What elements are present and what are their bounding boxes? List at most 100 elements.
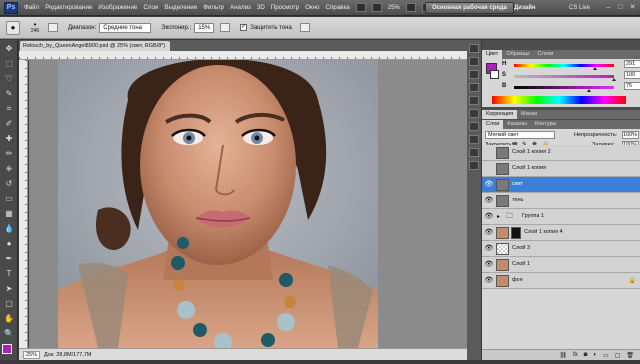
eye-icon[interactable]: 👁: [484, 196, 494, 206]
range-select[interactable]: Средние тона: [99, 22, 152, 33]
clone-stamp-tool-icon[interactable]: ⎈: [2, 162, 16, 175]
character-panel-icon[interactable]: [469, 96, 479, 105]
tab-swatches[interactable]: Образцы: [502, 50, 533, 59]
vertical-ruler[interactable]: [19, 60, 28, 348]
brightness-slider[interactable]: B 75: [502, 82, 640, 92]
move-tool-icon[interactable]: ✥: [2, 42, 16, 55]
healing-tool-icon[interactable]: ✚: [2, 132, 16, 145]
tablet-pressure-icon[interactable]: [299, 23, 310, 32]
layer-group-row[interactable]: 👁 ▸ 🗀 Группа 1: [482, 209, 640, 225]
saturation-knob[interactable]: [612, 78, 616, 81]
eye-icon[interactable]: 👁: [484, 244, 494, 254]
eye-icon[interactable]: 👁: [484, 276, 494, 286]
menu-item[interactable]: Фильтр: [203, 4, 224, 11]
eraser-tool-icon[interactable]: ▭: [2, 192, 16, 205]
visibility-icon[interactable]: [484, 148, 494, 158]
close-icon[interactable]: ✕: [628, 3, 637, 12]
tab-color[interactable]: Цвет: [482, 50, 503, 59]
menu-item[interactable]: 3D: [257, 4, 265, 11]
portrait-photo[interactable]: [58, 60, 378, 348]
history-brush-tool-icon[interactable]: ↺: [2, 177, 16, 190]
adjustment-icon[interactable]: ◐: [593, 352, 597, 358]
clone-source-panel-icon[interactable]: [469, 83, 479, 92]
brush-panel-icon[interactable]: [48, 23, 58, 32]
brightness-knob[interactable]: [587, 89, 591, 92]
actions-panel-icon[interactable]: [469, 57, 479, 66]
airbrush-icon[interactable]: [220, 23, 231, 32]
hue-value[interactable]: 291: [624, 60, 640, 68]
tab-adjustments[interactable]: Коррекция: [482, 110, 518, 119]
saturation-slider[interactable]: S 100: [502, 71, 640, 81]
exposure-input[interactable]: 15%: [194, 22, 215, 33]
layer-row[interactable]: Слой 1 копия: [482, 161, 640, 177]
layer-row[interactable]: 👁 тень: [482, 193, 640, 209]
tab-channels[interactable]: Каналы: [503, 120, 531, 129]
hue-bar[interactable]: [514, 64, 614, 67]
paragraph-panel-icon[interactable]: [469, 109, 479, 118]
menu-item[interactable]: Окно: [305, 4, 319, 11]
path-select-tool-icon[interactable]: ➤: [2, 282, 16, 295]
blend-mode-select[interactable]: Мягкий свет: [485, 131, 555, 139]
layer-row[interactable]: 👁 Слой 1: [482, 257, 640, 273]
tool-presets-panel-icon[interactable]: [469, 161, 479, 170]
bridge-icon[interactable]: [355, 3, 366, 12]
hue-slider[interactable]: H 291: [502, 60, 640, 70]
zoom-tool-icon[interactable]: 🔍: [2, 327, 16, 340]
info-panel-icon[interactable]: [469, 122, 479, 131]
menu-item[interactable]: Выделение: [164, 4, 197, 11]
layer-row-selected[interactable]: 👁 свет: [482, 177, 640, 193]
status-zoom[interactable]: 25%: [23, 350, 41, 359]
quick-select-tool-icon[interactable]: ✎: [2, 87, 16, 100]
expand-arrow-icon[interactable]: ▸: [497, 213, 500, 220]
navigator-panel-icon[interactable]: [469, 135, 479, 144]
fx-icon[interactable]: fx: [573, 352, 578, 358]
layer-row[interactable]: Слой 1 копия 2: [482, 145, 640, 161]
workspace-design-button[interactable]: Дизайн: [508, 2, 542, 14]
new-layer-icon[interactable]: ▢: [615, 352, 621, 359]
brushes-panel-icon[interactable]: [469, 70, 479, 79]
menu-item[interactable]: Справка: [325, 4, 349, 11]
menu-item[interactable]: Анализ: [230, 4, 251, 11]
brightness-bar[interactable]: [514, 86, 614, 89]
tab-styles[interactable]: Стили: [533, 50, 557, 59]
folder-icon[interactable]: ▭: [603, 352, 609, 359]
saturation-value[interactable]: 100: [624, 71, 640, 79]
horizontal-ruler[interactable]: [19, 51, 477, 60]
color-spectrum-ramp[interactable]: [492, 96, 626, 104]
eye-icon[interactable]: 👁: [484, 228, 494, 238]
menu-item[interactable]: Файл: [24, 4, 39, 11]
cs-live-button[interactable]: CS Live: [563, 2, 596, 14]
layer-row[interactable]: 👁 Слой 1 копия 4: [482, 225, 640, 241]
menu-item[interactable]: Изображение: [98, 4, 137, 11]
pen-tool-icon[interactable]: ✒: [2, 252, 16, 265]
menu-item[interactable]: Редактирование: [45, 4, 92, 11]
tab-masks[interactable]: Маски: [517, 110, 541, 119]
menu-item[interactable]: Просмотр: [271, 4, 299, 11]
eyedropper-tool-icon[interactable]: ✐: [2, 117, 16, 130]
link-icon[interactable]: ⛓: [559, 352, 567, 359]
color-swatches[interactable]: [1, 344, 16, 364]
eye-icon[interactable]: 👁: [484, 260, 494, 270]
menu-item[interactable]: Слои: [143, 4, 158, 11]
hand-tool-icon[interactable]: ✋: [2, 312, 16, 325]
lasso-tool-icon[interactable]: ➰: [2, 72, 16, 85]
foreground-color-swatch[interactable]: [2, 344, 12, 354]
history-panel-icon[interactable]: [469, 44, 479, 53]
maximize-icon[interactable]: □: [616, 3, 625, 12]
mini-bridge-icon[interactable]: [371, 3, 382, 12]
brush-tool-icon[interactable]: ✏: [2, 147, 16, 160]
hand-tool-icon[interactable]: [405, 3, 416, 12]
shape-tool-icon[interactable]: ▢: [2, 297, 16, 310]
zoom-level[interactable]: 25%: [388, 5, 400, 11]
tab-paths[interactable]: Контуры: [531, 120, 561, 129]
hue-knob[interactable]: [593, 67, 597, 70]
minimize-icon[interactable]: –: [604, 3, 613, 12]
document-tab[interactable]: Relouch_by_QueenAngel8900.psd @ 25% (све…: [20, 41, 170, 51]
tab-layers[interactable]: Слои: [482, 120, 504, 129]
mask-icon[interactable]: ◙: [584, 352, 588, 358]
eye-icon[interactable]: 👁: [484, 180, 494, 190]
saturation-bar[interactable]: [514, 75, 614, 78]
histogram-panel-icon[interactable]: [469, 148, 479, 157]
type-tool-icon[interactable]: T: [2, 267, 16, 280]
marquee-tool-icon[interactable]: ⬚: [2, 57, 16, 70]
